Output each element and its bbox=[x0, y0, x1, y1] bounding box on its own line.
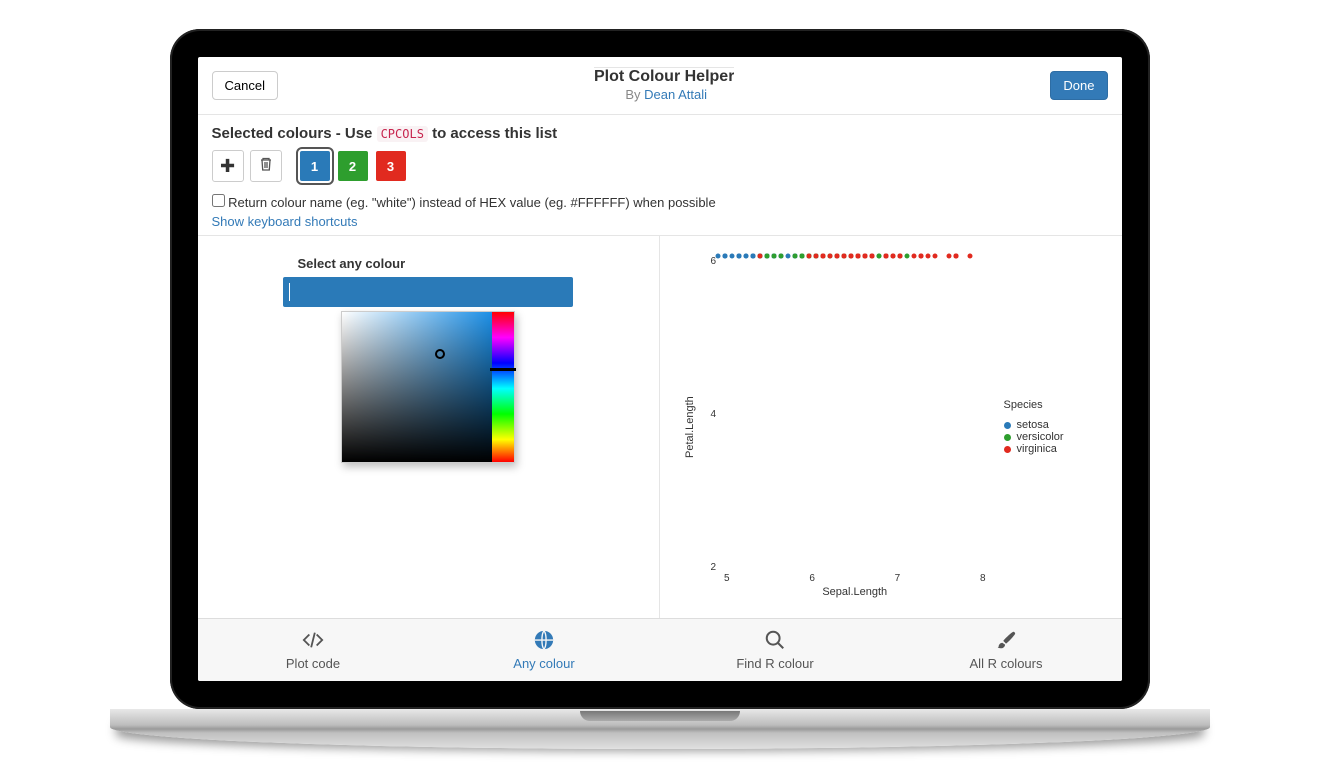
data-point bbox=[730, 254, 735, 259]
data-point bbox=[786, 254, 791, 259]
data-point bbox=[919, 254, 924, 259]
tab-any-colour[interactable]: Any colour bbox=[429, 619, 660, 681]
legend-item-virginica: virginica bbox=[1004, 443, 1102, 455]
legend: Species setosaversicolorvirginica bbox=[992, 256, 1102, 598]
delete-colour-button[interactable] bbox=[250, 150, 282, 182]
data-point bbox=[807, 254, 812, 259]
legend-dot-icon bbox=[1004, 422, 1011, 429]
data-point bbox=[884, 254, 889, 259]
cancel-button[interactable]: Cancel bbox=[212, 71, 278, 100]
data-point bbox=[835, 254, 840, 259]
data-point bbox=[765, 254, 770, 259]
data-point bbox=[905, 254, 910, 259]
main-split: Select any colour Petal.Length bbox=[198, 235, 1122, 618]
legend-title: Species bbox=[1004, 399, 1102, 411]
laptop-notch bbox=[580, 711, 740, 721]
data-point bbox=[716, 254, 721, 259]
paintbrush-icon bbox=[995, 629, 1017, 654]
x-ticks: 5678 bbox=[718, 573, 992, 584]
app-title: Plot Colour Helper By Dean Attali bbox=[594, 67, 734, 104]
search-icon bbox=[764, 629, 786, 654]
return-name-checkbox[interactable] bbox=[212, 194, 225, 207]
plot-panel: Petal.Length 642 5678 Sepal.Length Speci… bbox=[660, 236, 1122, 618]
tab-plot-code[interactable]: Plot code bbox=[198, 619, 429, 681]
data-point bbox=[779, 254, 784, 259]
tab-all-r-colours[interactable]: All R colours bbox=[891, 619, 1122, 681]
data-point bbox=[856, 254, 861, 259]
data-point bbox=[891, 254, 896, 259]
colour-swatch-3[interactable]: 3 bbox=[376, 151, 406, 181]
selected-heading: Selected colours - Use CPCOLS to access … bbox=[212, 125, 1108, 142]
picker-label: Select any colour bbox=[298, 256, 406, 271]
tab-find-r-colour[interactable]: Find R colour bbox=[660, 619, 891, 681]
data-point bbox=[968, 254, 973, 259]
title-by: By bbox=[625, 87, 640, 102]
globe-icon bbox=[533, 629, 555, 654]
data-point bbox=[926, 254, 931, 259]
legend-item-setosa: setosa bbox=[1004, 419, 1102, 431]
colour-swatch-2[interactable]: 2 bbox=[338, 151, 368, 181]
selected-colours-section: Selected colours - Use CPCOLS to access … bbox=[198, 115, 1122, 235]
legend-dot-icon bbox=[1004, 446, 1011, 453]
return-name-checkbox-row: Return colour name (eg. "white") instead… bbox=[212, 194, 1108, 210]
bottom-tabs: Plot code Any colour Find R colour bbox=[198, 618, 1122, 681]
plus-icon: ✚ bbox=[220, 156, 235, 177]
data-point bbox=[933, 254, 938, 259]
data-point bbox=[954, 254, 959, 259]
y-ticks: 642 bbox=[696, 256, 716, 573]
cpcols-code: CPCOLS bbox=[377, 126, 428, 142]
saturation-value-panel[interactable] bbox=[342, 312, 492, 462]
app-screen: Cancel Plot Colour Helper By Dean Attali… bbox=[198, 57, 1122, 681]
data-point bbox=[870, 254, 875, 259]
colour-picker-panel: Select any colour bbox=[198, 236, 661, 618]
chart-wrap: Petal.Length 642 5678 Sepal.Length Speci… bbox=[680, 256, 1102, 598]
legend-item-versicolor: versicolor bbox=[1004, 431, 1102, 443]
data-point bbox=[898, 254, 903, 259]
data-point bbox=[912, 254, 917, 259]
x-axis-label: Sepal.Length bbox=[718, 586, 992, 598]
data-point bbox=[758, 254, 763, 259]
data-point bbox=[877, 254, 882, 259]
data-point bbox=[772, 254, 777, 259]
data-point bbox=[821, 254, 826, 259]
shortcuts-link[interactable]: Show keyboard shortcuts bbox=[212, 214, 358, 229]
data-point bbox=[863, 254, 868, 259]
laptop-mockup: Cancel Plot Colour Helper By Dean Attali… bbox=[110, 29, 1210, 749]
colour-picker-body bbox=[341, 311, 515, 463]
laptop-frame: Cancel Plot Colour Helper By Dean Attali… bbox=[170, 29, 1150, 709]
hue-cursor[interactable] bbox=[490, 368, 516, 371]
return-name-label: Return colour name (eg. "white") instead… bbox=[228, 195, 716, 210]
data-point bbox=[849, 254, 854, 259]
title-main: Plot Colour Helper bbox=[594, 67, 734, 86]
data-point bbox=[723, 254, 728, 259]
data-point bbox=[751, 254, 756, 259]
done-button[interactable]: Done bbox=[1050, 71, 1107, 100]
colour-swatch-1[interactable]: 1 bbox=[300, 151, 330, 181]
data-point bbox=[947, 254, 952, 259]
data-point bbox=[793, 254, 798, 259]
swatch-list: 123 bbox=[300, 151, 406, 181]
data-point bbox=[800, 254, 805, 259]
data-point bbox=[744, 254, 749, 259]
trash-icon bbox=[258, 156, 274, 177]
add-colour-button[interactable]: ✚ bbox=[212, 150, 244, 182]
colour-text-input[interactable] bbox=[283, 277, 573, 307]
data-point bbox=[828, 254, 833, 259]
hue-slider[interactable] bbox=[492, 312, 514, 462]
y-axis-label: Petal.Length bbox=[680, 256, 696, 598]
legend-dot-icon bbox=[1004, 434, 1011, 441]
code-icon bbox=[302, 629, 324, 654]
data-point bbox=[737, 254, 742, 259]
swatch-row: ✚ 123 bbox=[212, 150, 1108, 182]
app-header: Cancel Plot Colour Helper By Dean Attali… bbox=[198, 57, 1122, 115]
author-link[interactable]: Dean Attali bbox=[644, 87, 707, 102]
data-point bbox=[842, 254, 847, 259]
sv-cursor[interactable] bbox=[435, 349, 445, 359]
data-point bbox=[814, 254, 819, 259]
